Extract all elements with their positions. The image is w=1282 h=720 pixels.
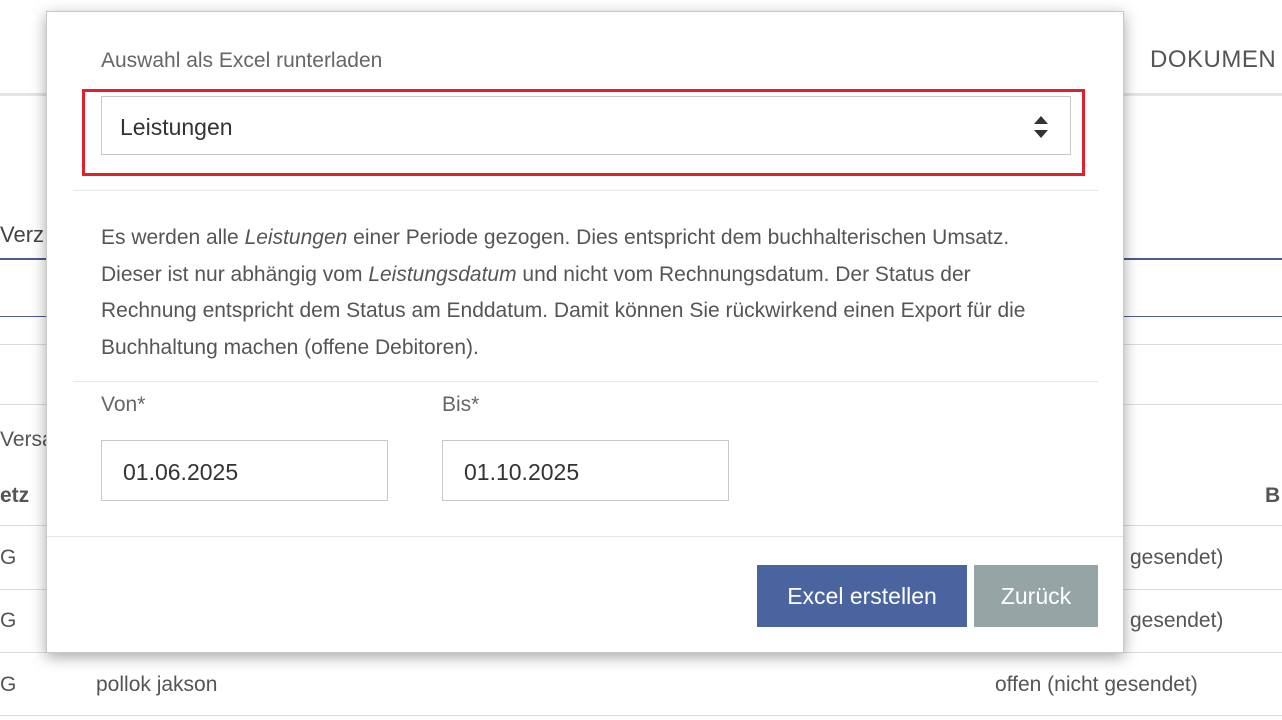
dialog-title: Auswahl als Excel runterladen [101,49,383,72]
tab-verzeichnis[interactable]: Verz [0,222,44,248]
table-cell: G [0,546,17,569]
from-date-label: Von* [101,393,146,416]
to-date-input[interactable]: 01.10.2025 [442,440,729,501]
table-cell-status: gesendet) [1130,546,1224,569]
select-value: Leistungen [120,114,233,140]
divider [0,715,1282,716]
nav-item-dokumente[interactable]: DOKUMEN [1150,46,1276,74]
export-description: Es werden alle Leistungen einer Periode … [101,226,1026,359]
sort-arrows-icon [1034,116,1048,138]
excel-export-dialog: Auswahl als Excel runterladen Leistungen… [46,11,1124,653]
table-cell-status: gesendet) [1130,609,1224,632]
footer-divider [47,536,1123,537]
table-cell: G [0,673,17,696]
column-header-left: etz [0,484,30,507]
to-date-label: Bis* [442,393,480,416]
back-button[interactable]: Zurück [974,565,1098,627]
from-date-input[interactable]: 01.06.2025 [101,440,388,501]
create-excel-button[interactable]: Excel erstellen [757,565,967,627]
column-header-right: B [1265,484,1281,507]
table-cell-status: offen (nicht gesendet) [995,673,1198,696]
table-cell-name: pollok jakson [96,673,218,696]
table-cell: G [0,609,17,632]
divider [73,381,1098,382]
divider [73,190,1098,191]
export-type-select[interactable]: Leistungen [101,96,1071,155]
